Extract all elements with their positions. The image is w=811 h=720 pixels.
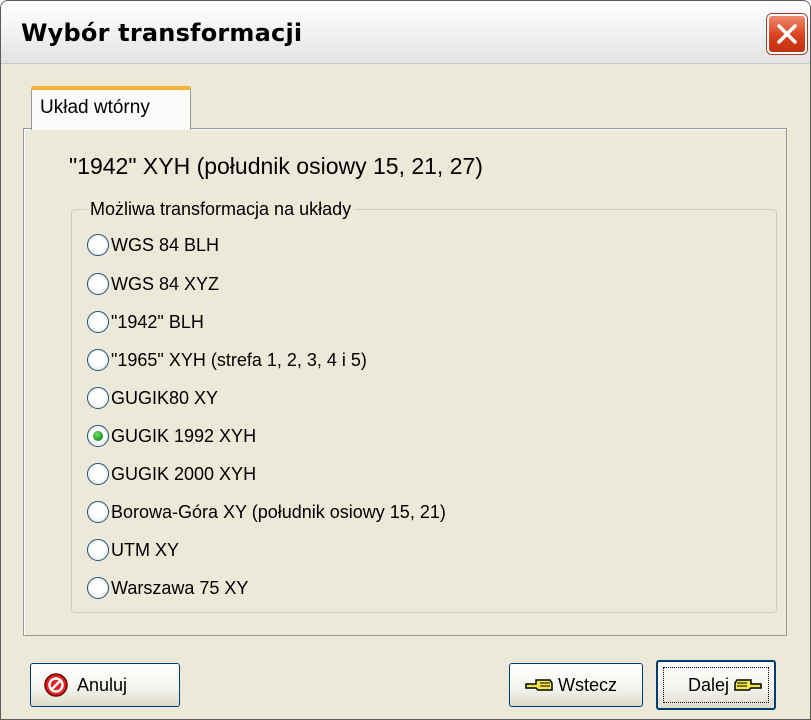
radio-button[interactable] [87, 387, 109, 409]
option-label: "1942" BLH [111, 311, 204, 332]
option-warszawa-75-xy[interactable]: Warszawa 75 XY [87, 573, 248, 603]
close-button[interactable] [767, 14, 807, 54]
option-1942-blh[interactable]: "1942" BLH [87, 307, 204, 337]
option-label: GUGIK 2000 XYH [111, 463, 257, 484]
stop-icon [44, 673, 68, 697]
title-bar[interactable]: Wybór transformacji [1, 1, 810, 64]
back-label: Wstecz [558, 674, 618, 695]
radio-button-selected[interactable] [87, 425, 109, 447]
hand-pointing-left-icon [525, 679, 553, 691]
dialog-window: Wybór transformacji Układ wtórny "1942" … [0, 0, 811, 720]
source-system-label: "1942" XYH (południk osiowy 15, 21, 27) [69, 153, 483, 179]
radio-button[interactable] [87, 311, 109, 333]
option-gugik80-xy[interactable]: GUGIK80 XY [87, 383, 218, 413]
radio-button[interactable] [87, 463, 109, 485]
back-button[interactable]: Wstecz [509, 663, 643, 707]
option-label: WGS 84 XYZ [111, 273, 220, 294]
option-1965-xyh[interactable]: "1965" XYH (strefa 1, 2, 3, 4 i 5) [87, 345, 367, 375]
option-label: UTM XY [111, 539, 180, 560]
option-gugik-1992-xyh[interactable]: GUGIK 1992 XYH [87, 421, 256, 451]
groupbox-legend: Możliwa transformacja na układy [87, 199, 355, 220]
cancel-label: Anuluj [77, 674, 128, 695]
close-icon [777, 24, 797, 44]
focus-ring [663, 667, 769, 703]
tab-label: Układ wtórny [40, 97, 150, 118]
option-wgs84-xyz[interactable]: WGS 84 XYZ [87, 269, 219, 299]
radio-button[interactable] [87, 539, 109, 561]
tab-secondary-system[interactable]: Układ wtórny [31, 86, 191, 130]
option-label: GUGIK80 XY [111, 387, 219, 408]
option-label: "1965" XYH (strefa 1, 2, 3, 4 i 5) [111, 349, 367, 370]
radio-button[interactable] [87, 501, 109, 523]
radio-button[interactable] [87, 273, 109, 295]
option-label: GUGIK 1992 XYH [111, 425, 257, 446]
option-label: WGS 84 BLH [111, 234, 220, 255]
radio-button[interactable] [87, 234, 109, 256]
option-wgs84-blh[interactable]: WGS 84 BLH [87, 230, 219, 260]
option-label: Borowa-Góra XY (południk osiowy 15, 21) [111, 501, 446, 522]
radio-button[interactable] [87, 349, 109, 371]
window-title: Wybór transformacji [21, 19, 303, 47]
option-borowa-gora-xy[interactable]: Borowa-Góra XY (południk osiowy 15, 21) [87, 497, 446, 527]
next-button[interactable]: Dalej [656, 660, 776, 710]
option-gugik-2000-xyh[interactable]: GUGIK 2000 XYH [87, 459, 256, 489]
option-label: Warszawa 75 XY [111, 577, 249, 598]
option-utm-xy[interactable]: UTM XY [87, 535, 179, 565]
radio-button[interactable] [87, 577, 109, 599]
cancel-button[interactable]: Anuluj [30, 663, 180, 707]
